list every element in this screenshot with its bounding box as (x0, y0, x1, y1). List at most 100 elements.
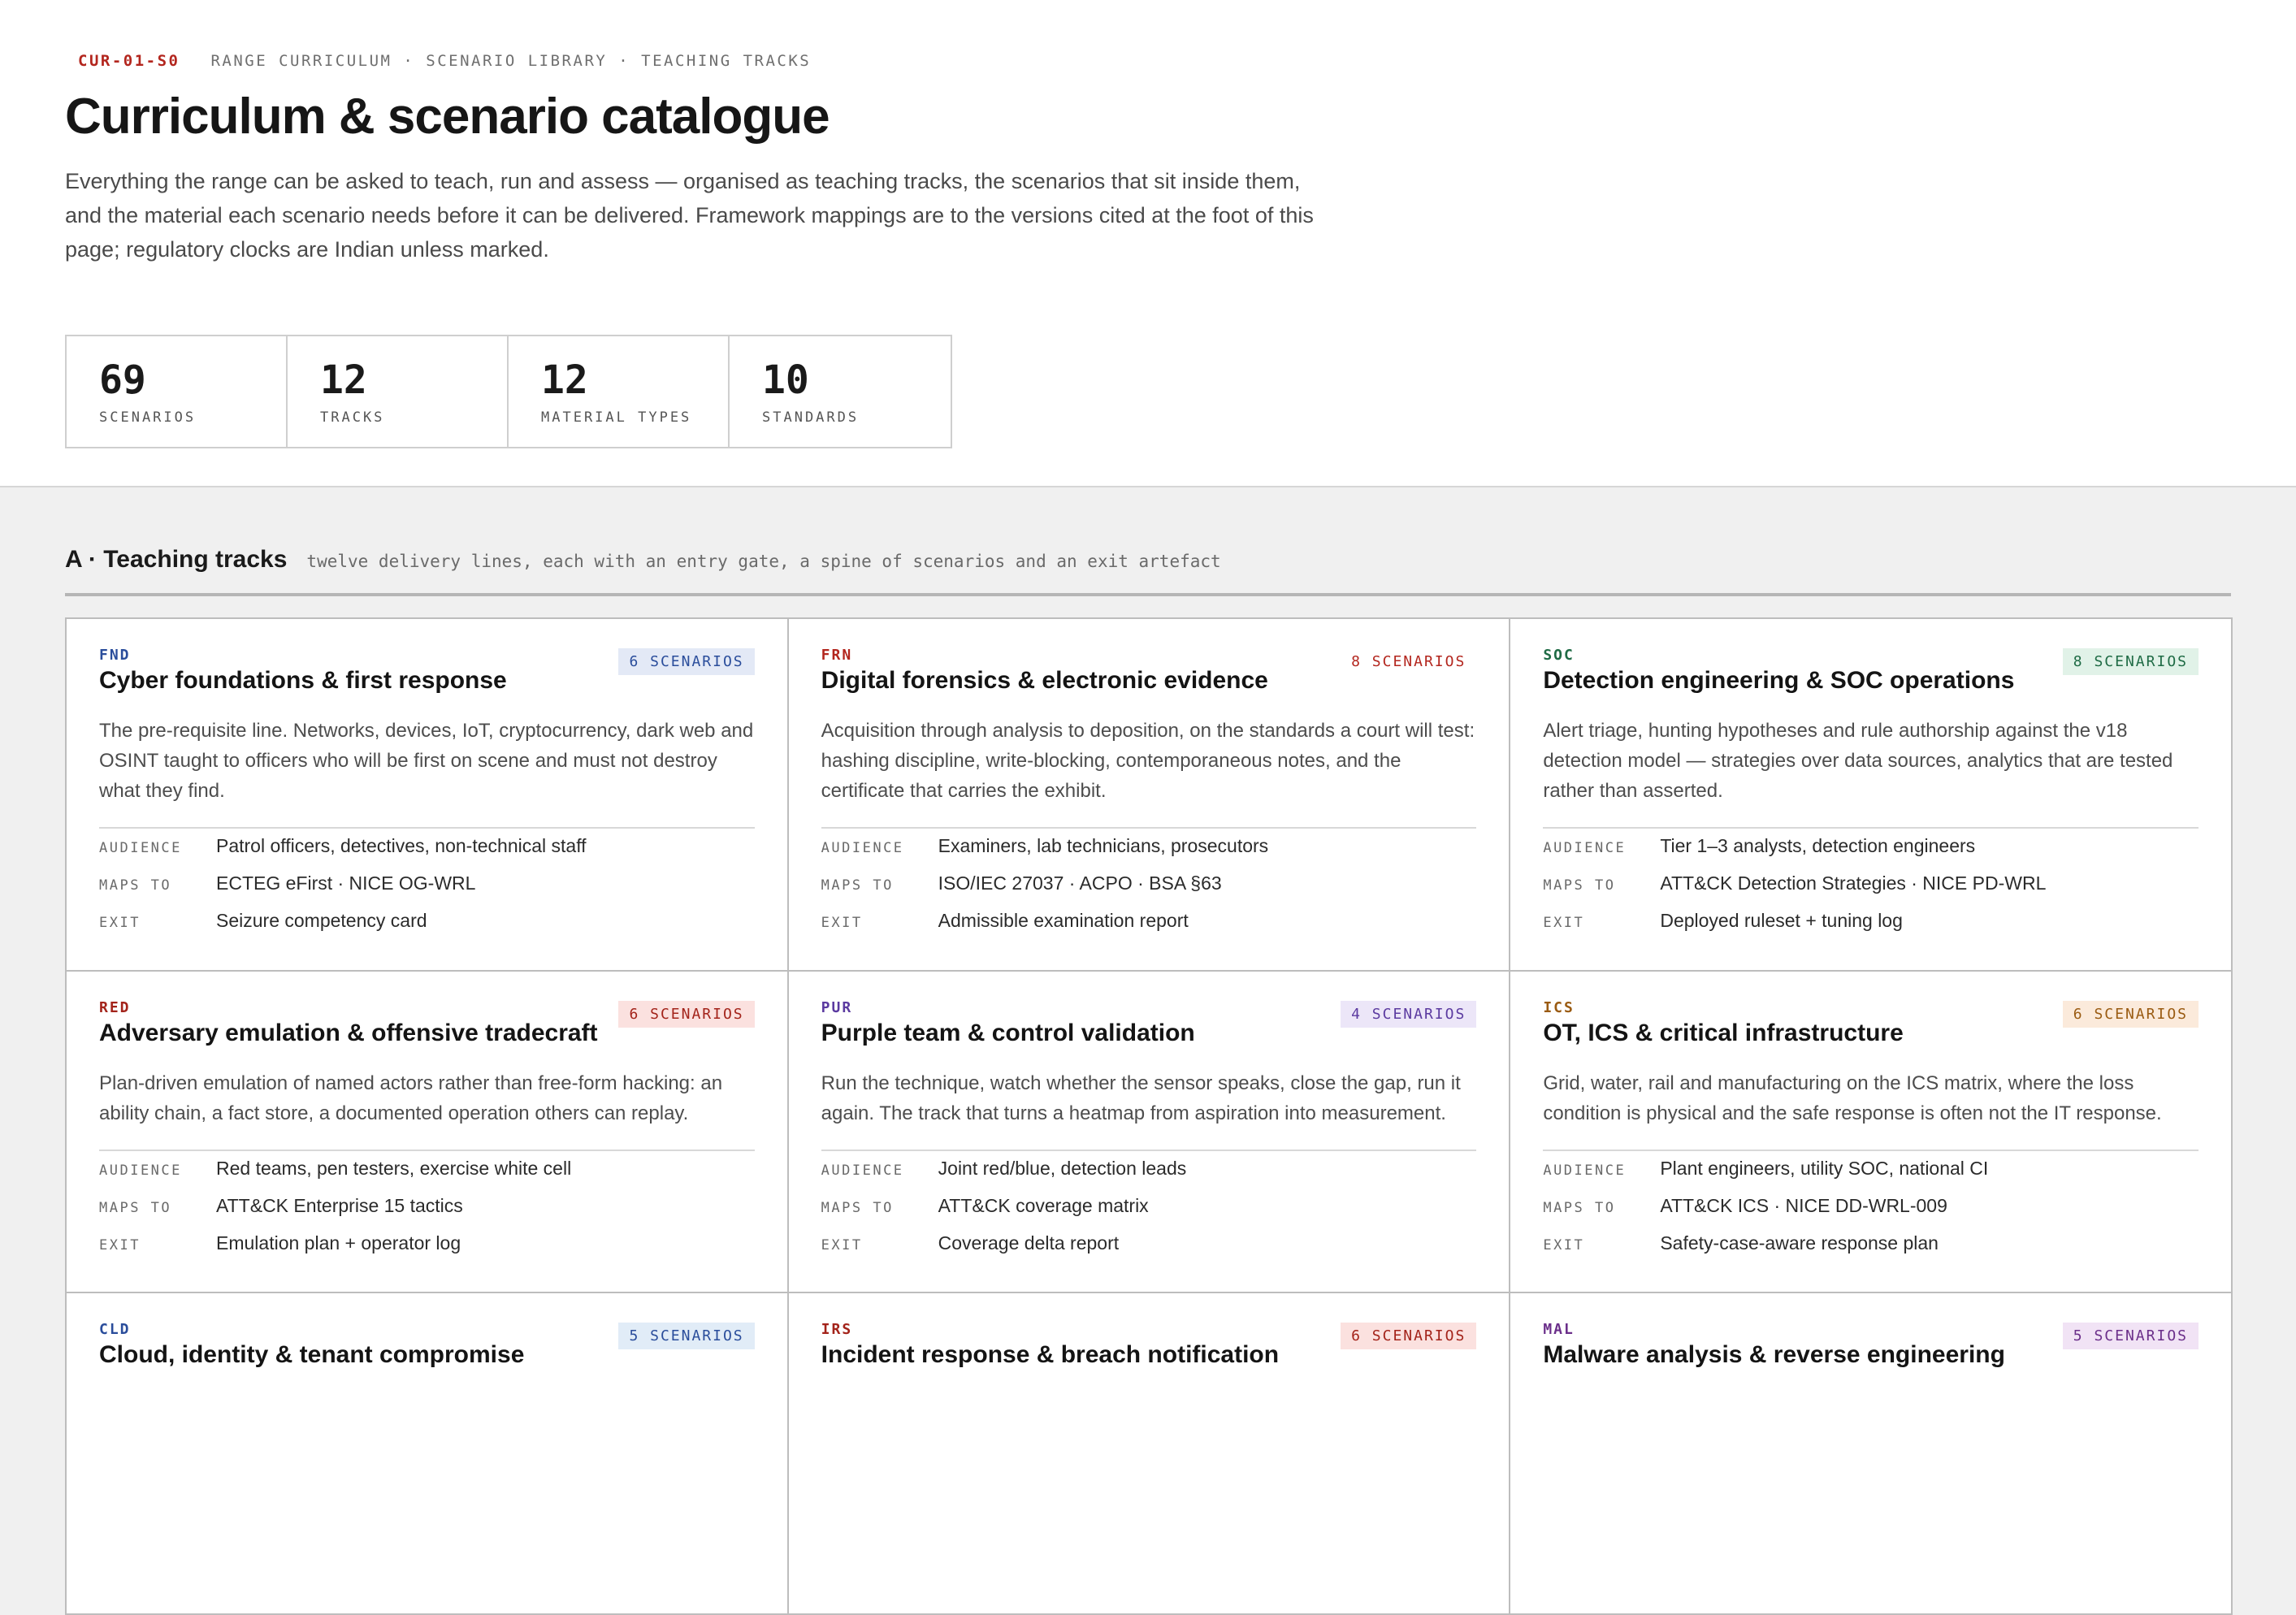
meta-label: MAPS TO (99, 877, 172, 894)
meta-label: AUDIENCE (821, 840, 904, 856)
meta-value: ECTEG eFirst · NICE OG-WRL (216, 872, 476, 894)
track-grid: FND 6 SCENARIOS Cyber foundations & first … (65, 617, 2233, 1615)
meta-label: MAPS TO (99, 1200, 172, 1216)
meta-row-audience: AUDIENCE Red teams, pen testers, exercise… (99, 1158, 755, 1195)
meta-value: Red teams, pen testers, exercise white c… (216, 1158, 572, 1179)
stat-label: MATERIAL TYPES (541, 409, 692, 426)
document-code: CUR-01-S0 (78, 52, 180, 70)
meta-value: Deployed ruleset + tuning log (1660, 910, 1903, 931)
scenario-count-badge: 6 SCENARIOS (618, 648, 755, 675)
track-meta: AUDIENCE Joint red/blue, detection leads M… (821, 1150, 1477, 1270)
meta-value: Joint red/blue, detection leads (938, 1158, 1187, 1179)
meta-row-maps-to: MAPS TO ATT&CK Enterprise 15 tactics (99, 1195, 755, 1232)
stat-value: 10 (762, 357, 809, 403)
meta-row-maps-to: MAPS TO ISO/IEC 27037 · ACPO · BSA §63 (821, 872, 1477, 910)
meta-label: EXIT (99, 1237, 141, 1253)
meta-label: EXIT (1543, 1237, 1585, 1253)
meta-label: MAPS TO (821, 1200, 894, 1216)
scenario-count-badge: 6 SCENARIOS (2062, 1001, 2199, 1028)
scenario-count-badge: 5 SCENARIOS (2062, 1323, 2199, 1349)
scenario-count-badge: 8 SCENARIOS (1341, 648, 1477, 675)
track-card-pur[interactable]: PUR 4 SCENARIOS Purple team & control vali… (788, 972, 1511, 1293)
meta-value: Safety-case-aware response plan (1660, 1232, 1939, 1253)
meta-row-audience: AUDIENCE Plant engineers, utility SOC, na… (1543, 1158, 2199, 1195)
meta-value: ATT&CK coverage matrix (938, 1195, 1149, 1216)
track-meta: AUDIENCE Tier 1–3 analysts, detection eng… (1543, 827, 2199, 947)
page-header: CUR-01-S0 RANGE CURRICULUM · SCENARIO LI… (0, 0, 2296, 487)
track-card-ics[interactable]: ICS 6 SCENARIOS OT, ICS & critical infrast… (1510, 972, 2233, 1293)
breadcrumb: RANGE CURRICULUM · SCENARIO LIBRARY · TE… (210, 52, 812, 70)
meta-value: Coverage delta report (938, 1232, 1120, 1253)
meta-value: ISO/IEC 27037 · ACPO · BSA §63 (938, 872, 1222, 894)
track-meta: AUDIENCE Patrol officers, detectives, non… (99, 827, 755, 947)
meta-value: Plant engineers, utility SOC, national C… (1660, 1158, 1989, 1179)
meta-value: ATT&CK ICS · NICE DD-WRL-009 (1660, 1195, 1947, 1216)
meta-row-exit: EXIT Emulation plan + operator log (99, 1232, 755, 1270)
track-meta: AUDIENCE Red teams, pen testers, exercise… (99, 1150, 755, 1270)
meta-row-audience: AUDIENCE Examiners, lab technicians, pros… (821, 835, 1477, 872)
stat-scenarios: 69 SCENARIOS (67, 336, 288, 447)
scenario-count-badge: 6 SCENARIOS (1341, 1323, 1477, 1349)
meta-row-maps-to: MAPS TO ATT&CK ICS · NICE DD-WRL-009 (1543, 1195, 2199, 1232)
meta-label: AUDIENCE (1543, 840, 1627, 856)
stat-label: STANDARDS (762, 409, 860, 426)
meta-row-exit: EXIT Admissible examination report (821, 910, 1477, 947)
meta-row-maps-to: MAPS TO ATT&CK Detection Strategies · NIC… (1543, 872, 2199, 910)
meta-row-exit: EXIT Safety-case-aware response plan (1543, 1232, 2199, 1270)
track-description: The pre-requisite line. Networks, device… (99, 720, 754, 802)
stat-label: SCENARIOS (99, 409, 197, 426)
scenario-count-badge: 6 SCENARIOS (618, 1001, 755, 1028)
track-description: Plan-driven emulation of named actors ra… (99, 1072, 723, 1124)
meta-label: AUDIENCE (821, 1163, 904, 1179)
stats-strip: 69 SCENARIOS 12 TRACKS 12 MATERIAL TYPES… (65, 335, 952, 448)
track-description: Run the technique, watch whether the sen… (821, 1072, 1461, 1124)
meta-row-audience: AUDIENCE Tier 1–3 analysts, detection eng… (1543, 835, 2199, 872)
track-description: Grid, water, rail and manufacturing on t… (1543, 1072, 2162, 1124)
stat-label: TRACKS (320, 409, 385, 426)
meta-label: EXIT (821, 915, 863, 931)
meta-label: AUDIENCE (99, 840, 182, 856)
meta-label: AUDIENCE (99, 1163, 182, 1179)
track-meta: AUDIENCE Examiners, lab technicians, pros… (821, 827, 1477, 947)
track-description: Acquisition through analysis to depositi… (821, 720, 1475, 802)
stat-standards: 10 STANDARDS (730, 336, 951, 447)
meta-label: MAPS TO (1543, 1200, 1616, 1216)
track-card-red[interactable]: RED 6 SCENARIOS Adversary emulation & offe… (67, 972, 789, 1293)
scenario-count-badge: 4 SCENARIOS (1341, 1001, 1477, 1028)
scenario-count-badge: 5 SCENARIOS (618, 1323, 755, 1349)
page-title: Curriculum & scenario catalogue (65, 89, 830, 145)
meta-row-audience: AUDIENCE Joint red/blue, detection leads (821, 1158, 1477, 1195)
kicker: CUR-01-S0 RANGE CURRICULUM · SCENARIO LI… (78, 52, 811, 70)
meta-row-audience: AUDIENCE Patrol officers, detectives, non… (99, 835, 755, 872)
track-card-irs[interactable]: IRS 6 SCENARIOS Incident response & breach… (788, 1293, 1511, 1615)
meta-row-exit: EXIT Coverage delta report (821, 1232, 1477, 1270)
meta-label: MAPS TO (1543, 877, 1616, 894)
stat-tracks: 12 TRACKS (288, 336, 509, 447)
stat-value: 69 (99, 357, 146, 403)
track-meta: AUDIENCE Plant engineers, utility SOC, na… (1543, 1150, 2199, 1270)
track-card-soc[interactable]: SOC 8 SCENARIOS Detection engineering & SO… (1510, 619, 2233, 972)
meta-label: MAPS TO (821, 877, 894, 894)
track-card-mal[interactable]: MAL 5 SCENARIOS Malware analysis & reverse… (1510, 1293, 2233, 1615)
meta-label: AUDIENCE (1543, 1163, 1627, 1179)
meta-value: ATT&CK Detection Strategies · NICE PD-WR… (1660, 872, 2047, 894)
meta-row-exit: EXIT Seizure competency card (99, 910, 755, 947)
track-card-fnd[interactable]: FND 6 SCENARIOS Cyber foundations & first … (67, 619, 789, 972)
meta-value: Admissible examination report (938, 910, 1189, 931)
stat-material-types: 12 MATERIAL TYPES (509, 336, 730, 447)
meta-label: EXIT (99, 915, 141, 931)
section-title: A · Teaching tracks (65, 546, 288, 573)
track-description: Alert triage, hunting hypotheses and rul… (1543, 720, 2173, 802)
page-lede: Everything the range can be asked to tea… (65, 169, 1314, 262)
track-card-cld[interactable]: CLD 5 SCENARIOS Cloud, identity & tenant c… (67, 1293, 789, 1615)
meta-value: Examiners, lab technicians, prosecutors (938, 835, 1269, 856)
meta-value: Tier 1–3 analysts, detection engineers (1660, 835, 1976, 856)
track-card-frn[interactable]: FRN 8 SCENARIOS Digital forensics & electr… (788, 619, 1511, 972)
meta-row-maps-to: MAPS TO ATT&CK coverage matrix (821, 1195, 1477, 1232)
meta-label: EXIT (1543, 915, 1585, 931)
section-header: A · Teaching tracks twelve delivery line… (65, 546, 2231, 596)
meta-value: Seizure competency card (216, 910, 427, 931)
meta-row-exit: EXIT Deployed ruleset + tuning log (1543, 910, 2199, 947)
meta-row-maps-to: MAPS TO ECTEG eFirst · NICE OG-WRL (99, 872, 755, 910)
section-subtitle: twelve delivery lines, each with an entr… (306, 552, 1221, 571)
